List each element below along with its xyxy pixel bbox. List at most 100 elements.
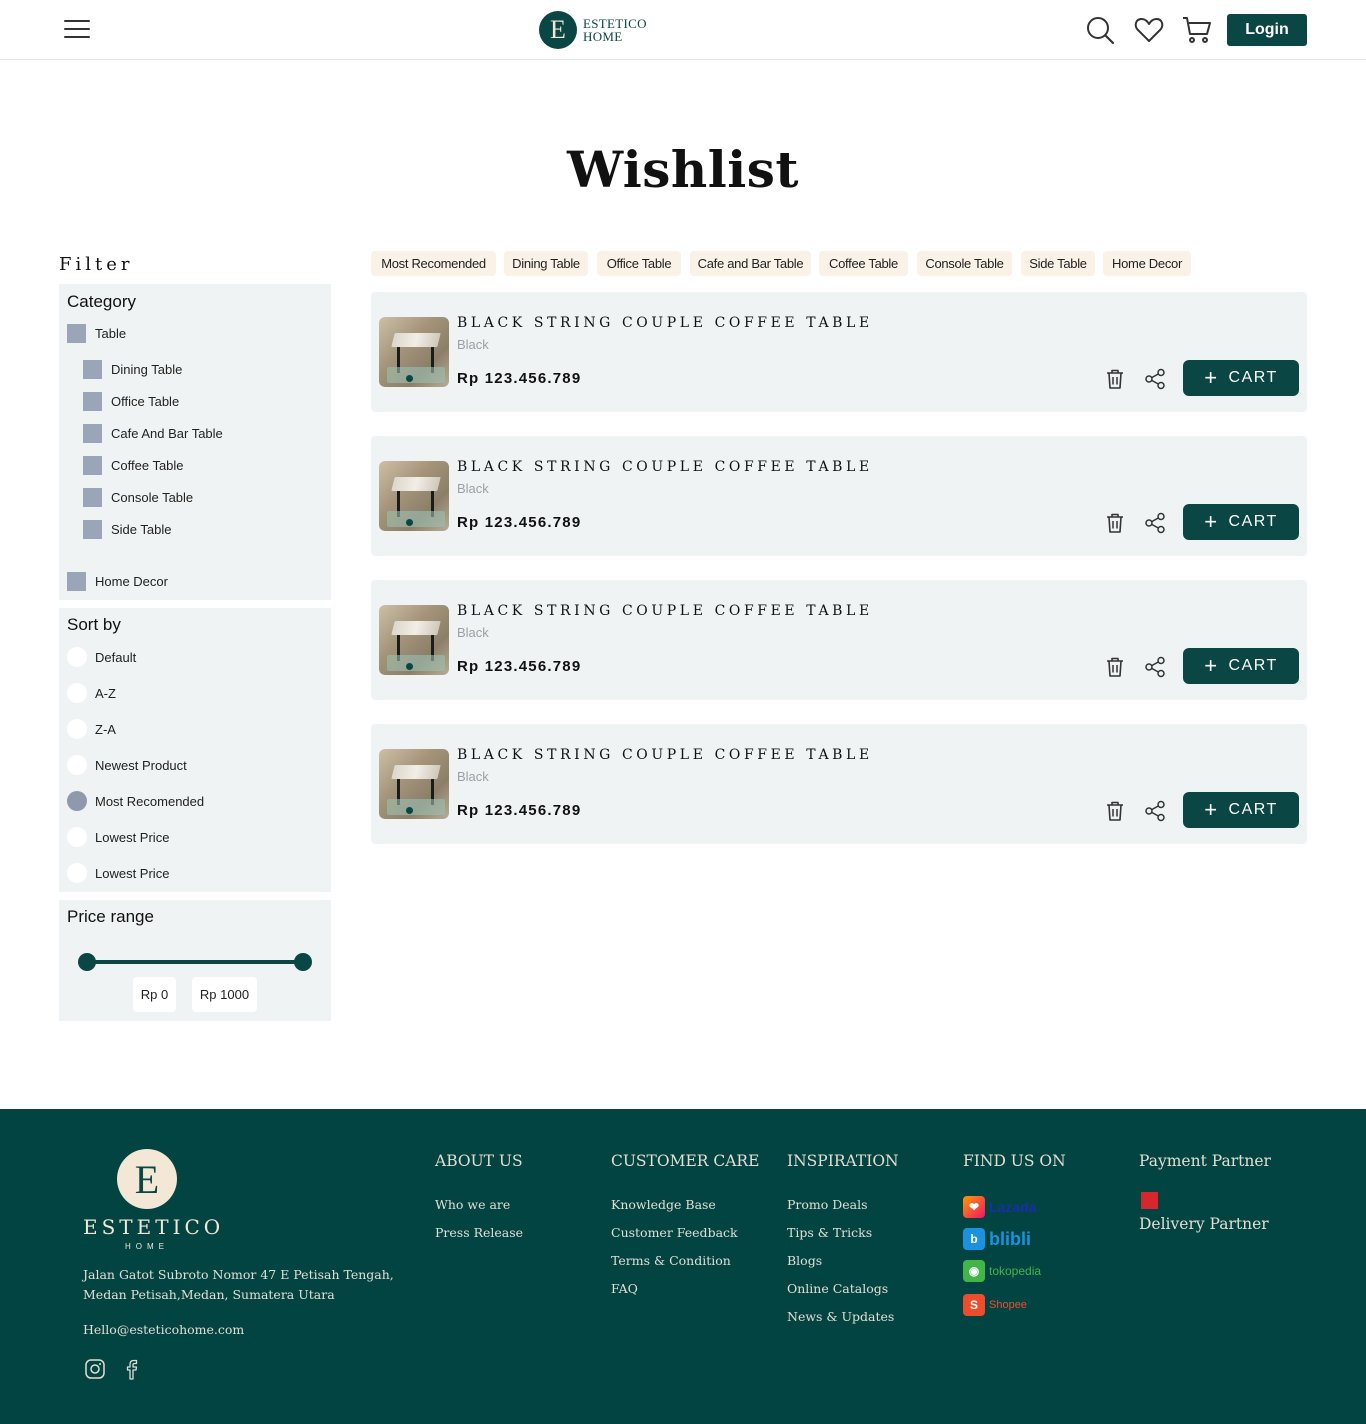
product-image[interactable]	[379, 317, 449, 387]
blibli-icon: b	[963, 1228, 985, 1250]
checkbox-label: Office Table	[111, 394, 180, 409]
footer-link-terms[interactable]: Terms & Condition	[611, 1253, 731, 1268]
payment-partner-logo[interactable]	[1141, 1192, 1158, 1209]
product-color: Black	[457, 481, 489, 496]
radio[interactable]	[67, 755, 87, 775]
price-min-box[interactable]: Rp 0	[133, 977, 176, 1012]
tokopedia-link[interactable]: ◉ tokopedia	[963, 1258, 1041, 1284]
footer-link-promo-deals[interactable]: Promo Deals	[787, 1197, 868, 1212]
footer-link-who-we-are[interactable]: Who we are	[435, 1197, 510, 1212]
footer-link-customer-feedback[interactable]: Customer Feedback	[611, 1225, 738, 1240]
instagram-icon[interactable]	[84, 1358, 106, 1380]
checkbox[interactable]	[83, 520, 102, 539]
shopee-link[interactable]: S Shopee	[963, 1292, 1027, 1318]
sort-radio-most-recomended[interactable]: Most Recomended	[67, 791, 204, 811]
category-checkbox-office-table[interactable]: Office Table	[83, 392, 179, 411]
product-name[interactable]: BLACK STRING COUPLE COFFEE TABLE	[457, 603, 873, 619]
chip-cafe-bar-table[interactable]: Cafe and Bar Table	[690, 251, 811, 276]
price-max-box[interactable]: Rp 1000	[192, 977, 257, 1012]
category-checkbox-side-table[interactable]: Side Table	[83, 520, 171, 539]
checkbox[interactable]	[83, 360, 102, 379]
lazada-link[interactable]: ❤ Lazada	[963, 1194, 1036, 1220]
radio[interactable]	[67, 719, 87, 739]
share-icon[interactable]	[1144, 368, 1166, 390]
footer-brand-sub: HOME	[125, 1242, 169, 1251]
footer-link-knowledge-base[interactable]: Knowledge Base	[611, 1197, 716, 1212]
sort-radio-newest[interactable]: Newest Product	[67, 755, 187, 775]
chip-dining-table[interactable]: Dining Table	[504, 251, 588, 276]
site-logo[interactable]: E ESTETICO HOME	[539, 10, 647, 50]
search-icon[interactable]	[1085, 15, 1115, 45]
checkbox[interactable]	[83, 392, 102, 411]
plus-icon: +	[1204, 509, 1219, 534]
trash-icon[interactable]	[1104, 512, 1126, 534]
category-checkbox-coffee-table[interactable]: Coffee Table	[83, 456, 184, 475]
trash-icon[interactable]	[1104, 656, 1126, 678]
add-to-cart-button[interactable]: + CART	[1183, 504, 1299, 540]
product-image[interactable]	[379, 605, 449, 675]
radio[interactable]	[67, 647, 87, 667]
checkbox[interactable]	[67, 572, 86, 591]
chip-side-table[interactable]: Side Table	[1021, 251, 1095, 276]
chip-coffee-table[interactable]: Coffee Table	[819, 251, 908, 276]
share-icon[interactable]	[1144, 512, 1166, 534]
price-slider-max-handle[interactable]	[294, 953, 312, 971]
footer-link-faq[interactable]: FAQ	[611, 1281, 638, 1296]
cart-label: CART	[1228, 369, 1278, 386]
trash-icon[interactable]	[1104, 368, 1126, 390]
login-button[interactable]: Login	[1227, 14, 1307, 46]
facebook-icon[interactable]	[120, 1358, 142, 1380]
footer-link-online-catalogs[interactable]: Online Catalogs	[787, 1281, 888, 1296]
add-to-cart-button[interactable]: + CART	[1183, 792, 1299, 828]
checkbox[interactable]	[83, 488, 102, 507]
radio-label: Default	[95, 649, 137, 665]
add-to-cart-button[interactable]: + CART	[1183, 648, 1299, 684]
radio[interactable]	[67, 683, 87, 703]
chip-home-decor[interactable]: Home Decor	[1103, 251, 1191, 276]
sort-radio-lowest-price[interactable]: Lowest Price	[67, 827, 169, 847]
wishlist-item: BLACK STRING COUPLE COFFEE TABLE Black R…	[371, 292, 1307, 412]
footer-link-press-release[interactable]: Press Release	[435, 1225, 523, 1240]
cart-icon[interactable]	[1182, 15, 1212, 45]
footer-email[interactable]: Hello@esteticohome.com	[83, 1320, 244, 1340]
category-checkbox-cafe-bar-table[interactable]: Cafe And Bar Table	[83, 424, 223, 443]
category-checkbox-dining-table[interactable]: Dining Table	[83, 360, 182, 379]
price-slider-min-handle[interactable]	[78, 953, 96, 971]
share-icon[interactable]	[1144, 800, 1166, 822]
share-icon[interactable]	[1144, 656, 1166, 678]
radio-selected[interactable]	[67, 791, 87, 811]
footer-link-news-updates[interactable]: News & Updates	[787, 1309, 894, 1324]
sort-radio-default[interactable]: Default	[67, 647, 136, 667]
checkbox[interactable]	[83, 424, 102, 443]
product-image[interactable]	[379, 749, 449, 819]
blibli-link[interactable]: b blibli	[963, 1226, 1031, 1252]
radio[interactable]	[67, 863, 87, 883]
sort-panel: Sort by Default A-Z Z-A Newest Product M…	[59, 608, 331, 892]
radio-label: Lowest Price	[95, 829, 170, 845]
sort-radio-lowest-price-2[interactable]: Lowest Price	[67, 863, 169, 883]
price-slider-track[interactable]	[87, 960, 303, 964]
radio[interactable]	[67, 827, 87, 847]
footer-link-blogs[interactable]: Blogs	[787, 1253, 822, 1268]
product-name[interactable]: BLACK STRING COUPLE COFFEE TABLE	[457, 315, 873, 331]
checkbox[interactable]	[83, 456, 102, 475]
sort-radio-a-z[interactable]: A-Z	[67, 683, 116, 703]
category-checkbox-table[interactable]: Table	[67, 324, 126, 343]
heart-icon[interactable]	[1134, 15, 1164, 45]
checkbox[interactable]	[67, 324, 86, 343]
category-checkbox-home-decor[interactable]: Home Decor	[67, 572, 168, 591]
product-name[interactable]: BLACK STRING COUPLE COFFEE TABLE	[457, 459, 873, 475]
add-to-cart-button[interactable]: + CART	[1183, 360, 1299, 396]
trash-icon[interactable]	[1104, 800, 1126, 822]
chip-most-recomended[interactable]: Most Recomended	[371, 251, 496, 276]
blibli-label: blibli	[989, 1228, 1031, 1249]
footer-link-tips-tricks[interactable]: Tips & Tricks	[787, 1225, 872, 1240]
lazada-label: Lazada	[989, 1199, 1037, 1215]
menu-icon[interactable]	[64, 18, 90, 40]
sort-radio-z-a[interactable]: Z-A	[67, 719, 116, 739]
product-name[interactable]: BLACK STRING COUPLE COFFEE TABLE	[457, 747, 873, 763]
category-checkbox-console-table[interactable]: Console Table	[83, 488, 193, 507]
product-image[interactable]	[379, 461, 449, 531]
chip-office-table[interactable]: Office Table	[597, 251, 681, 276]
chip-console-table[interactable]: Console Table	[917, 251, 1012, 276]
